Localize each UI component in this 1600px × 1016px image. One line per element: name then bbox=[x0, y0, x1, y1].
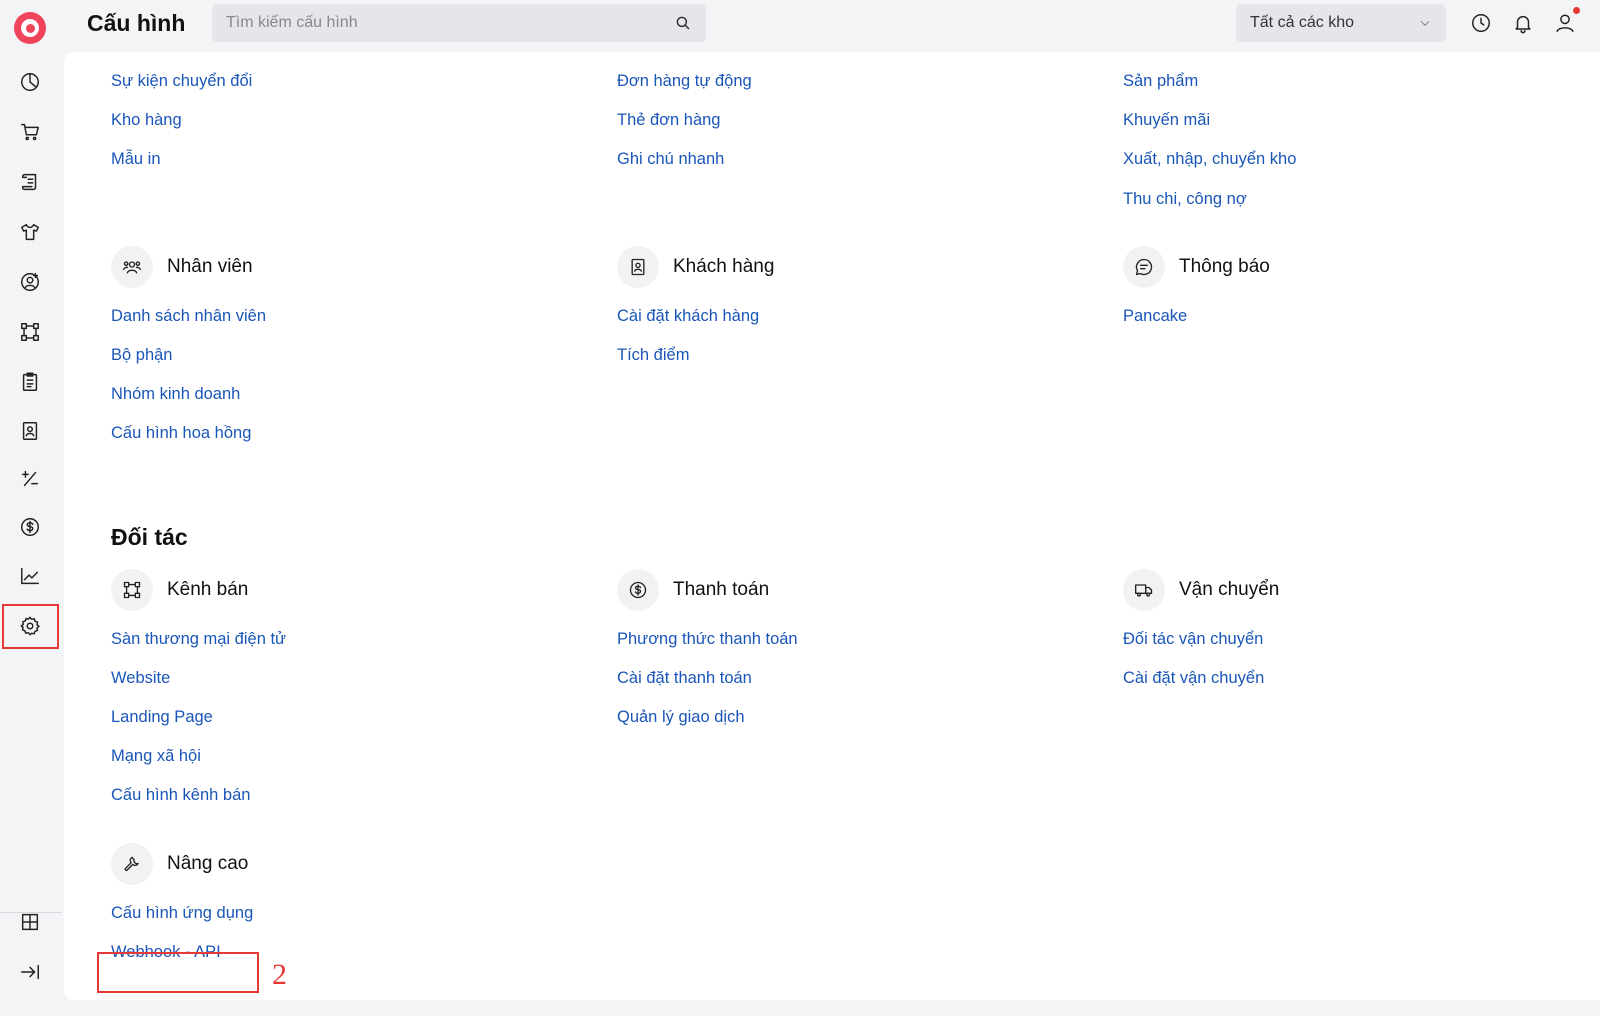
link-app-config[interactable]: Cấu hình ứng dụng bbox=[111, 904, 253, 923]
user-icon[interactable] bbox=[1552, 7, 1580, 36]
shirt-icon[interactable] bbox=[16, 218, 44, 246]
truck-icon bbox=[1123, 569, 1165, 611]
link-income-debt[interactable]: Thu chi, công nợ bbox=[1123, 190, 1247, 209]
warehouse-select[interactable]: Tất cả các kho bbox=[1236, 4, 1446, 42]
notification-dot bbox=[1573, 7, 1580, 14]
section-partners-title: Đối tác bbox=[111, 524, 188, 550]
group-employees-title: Nhân viên bbox=[167, 256, 253, 277]
group-customers: Khách hàng bbox=[617, 246, 774, 288]
group-customers-title: Khách hàng bbox=[673, 256, 775, 277]
group-advanced: Nâng cao bbox=[111, 843, 248, 885]
link-products[interactable]: Sản phẩm bbox=[1123, 72, 1198, 91]
link-print-templates[interactable]: Mẫu in bbox=[111, 150, 161, 169]
highlight-settings bbox=[2, 604, 59, 649]
search-icon[interactable] bbox=[674, 14, 692, 32]
expand-sidebar-icon[interactable] bbox=[16, 958, 44, 986]
chart-icon[interactable] bbox=[16, 562, 44, 590]
scroll-icon[interactable] bbox=[16, 168, 44, 196]
page-title: Cấu hình bbox=[87, 10, 186, 36]
link-landing-page[interactable]: Landing Page bbox=[111, 708, 213, 727]
bell-icon[interactable] bbox=[1510, 10, 1536, 36]
search-input[interactable] bbox=[226, 14, 674, 32]
settings-panel: Sự kiện chuyển đổi Kho hàng Mẫu in Đơn h… bbox=[64, 52, 1600, 1000]
link-ecommerce[interactable]: Sàn thương mại điện tử bbox=[111, 630, 286, 649]
users-icon bbox=[111, 246, 153, 288]
highlight-webhook-api bbox=[97, 952, 259, 993]
link-customer-settings[interactable]: Cài đặt khách hàng bbox=[617, 307, 759, 326]
search-box bbox=[212, 4, 706, 42]
chevron-down-icon bbox=[1420, 20, 1430, 26]
dollar-icon[interactable] bbox=[16, 513, 44, 541]
link-quick-notes[interactable]: Ghi chú nhanh bbox=[617, 150, 724, 169]
sidebar bbox=[0, 0, 62, 1016]
group-payments: Thanh toán bbox=[617, 569, 769, 611]
link-payment-methods[interactable]: Phương thức thanh toán bbox=[617, 630, 798, 649]
group-notifications-title: Thông báo bbox=[1179, 256, 1270, 277]
link-employee-list[interactable]: Danh sách nhân viên bbox=[111, 307, 266, 326]
link-auto-orders[interactable]: Đơn hàng tự động bbox=[617, 72, 752, 91]
group-sales-channels: Kênh bán bbox=[111, 569, 248, 611]
dollar-icon bbox=[617, 569, 659, 611]
group-shipping: Vận chuyển bbox=[1123, 569, 1279, 611]
link-commission-config[interactable]: Cấu hình hoa hồng bbox=[111, 424, 251, 443]
clipboard-icon[interactable] bbox=[16, 368, 44, 396]
dashboard-icon[interactable] bbox=[16, 68, 44, 96]
group-employees: Nhân viên bbox=[111, 246, 253, 288]
warehouse-select-value: Tất cả các kho bbox=[1250, 14, 1355, 31]
group-notifications: Thông báo bbox=[1123, 246, 1270, 288]
cart-icon[interactable] bbox=[16, 118, 44, 146]
channel-icon bbox=[111, 569, 153, 611]
link-social-network[interactable]: Mạng xã hội bbox=[111, 747, 201, 766]
link-promotions[interactable]: Khuyến mãi bbox=[1123, 111, 1210, 130]
link-loyalty-points[interactable]: Tích điểm bbox=[617, 346, 689, 365]
annotation-step-2: 2 bbox=[272, 958, 287, 991]
link-pancake[interactable]: Pancake bbox=[1123, 307, 1187, 326]
link-warehouse[interactable]: Kho hàng bbox=[111, 111, 182, 130]
link-departments[interactable]: Bộ phận bbox=[111, 346, 172, 365]
link-stock-transfer[interactable]: Xuất, nhập, chuyển kho bbox=[1123, 150, 1296, 169]
plus-minus-icon[interactable] bbox=[16, 465, 44, 493]
group-advanced-title: Nâng cao bbox=[167, 853, 249, 874]
link-channel-config[interactable]: Cấu hình kênh bán bbox=[111, 786, 250, 805]
channel-icon[interactable] bbox=[16, 318, 44, 346]
link-transaction-management[interactable]: Quản lý giao dịch bbox=[617, 708, 745, 727]
group-payments-title: Thanh toán bbox=[673, 579, 770, 600]
link-order-tags[interactable]: Thẻ đơn hàng bbox=[617, 111, 720, 130]
link-shipping-partners[interactable]: Đối tác vận chuyển bbox=[1123, 630, 1263, 649]
app-logo[interactable] bbox=[14, 12, 46, 44]
user-add-icon[interactable] bbox=[16, 268, 44, 296]
group-sales-channels-title: Kênh bán bbox=[167, 579, 249, 600]
wrench-icon bbox=[111, 843, 153, 885]
contact-card-icon bbox=[617, 246, 659, 288]
chat-icon bbox=[1123, 246, 1165, 288]
link-shipping-settings[interactable]: Cài đặt vận chuyển bbox=[1123, 669, 1264, 688]
link-website[interactable]: Website bbox=[111, 669, 170, 688]
link-conversion-events[interactable]: Sự kiện chuyển đổi bbox=[111, 72, 252, 91]
contact-card-icon[interactable] bbox=[16, 417, 44, 445]
history-icon[interactable] bbox=[1468, 10, 1494, 36]
link-sales-groups[interactable]: Nhóm kinh doanh bbox=[111, 385, 240, 404]
grid-icon[interactable] bbox=[16, 908, 44, 936]
group-shipping-title: Vận chuyển bbox=[1179, 579, 1280, 600]
link-payment-settings[interactable]: Cài đặt thanh toán bbox=[617, 669, 752, 688]
